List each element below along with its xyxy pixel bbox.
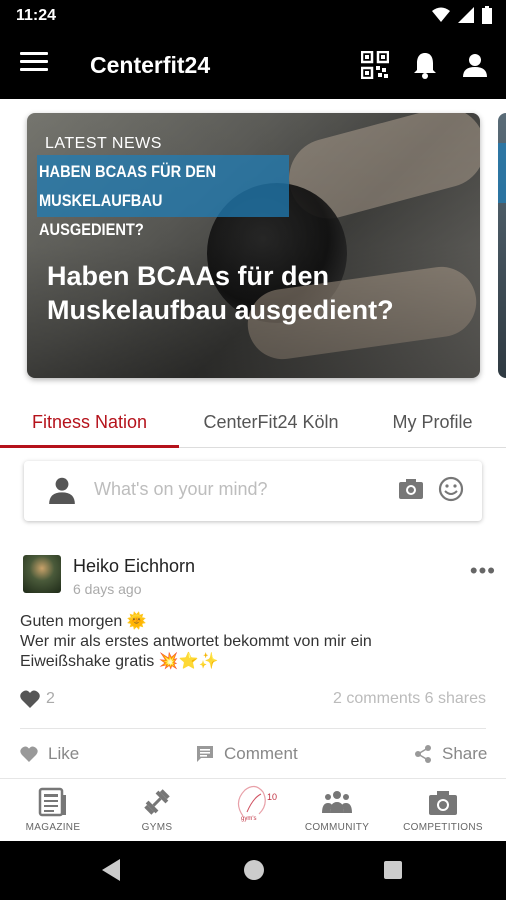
post-timestamp: 6 days ago xyxy=(73,581,142,597)
share-icon xyxy=(415,745,431,763)
next-news-card[interactable] xyxy=(498,113,506,378)
bell-icon[interactable] xyxy=(410,50,440,80)
status-icons xyxy=(432,6,492,24)
more-options-icon[interactable]: ••• xyxy=(470,558,496,584)
nav-magazine[interactable]: MAGAZINE xyxy=(3,787,103,833)
comments-shares-count[interactable]: 2 comments 6 shares xyxy=(333,690,486,708)
nav-gyms[interactable]: GYMS xyxy=(107,787,207,833)
heart-icon xyxy=(20,746,38,762)
tab-fitness-nation[interactable]: Fitness Nation xyxy=(0,396,179,448)
post-body: Guten morgen 🌞 Wer mir als erstes antwor… xyxy=(20,613,372,670)
active-tab-indicator xyxy=(0,445,179,448)
nav-competitions[interactable]: COMPETITIONS xyxy=(393,787,493,833)
tab-centerfit24-koeln[interactable]: CenterFit24 Köln xyxy=(179,396,363,448)
magazine-icon xyxy=(3,787,103,817)
share-button[interactable]: Share xyxy=(414,744,487,764)
wifi-icon xyxy=(432,7,450,22)
post-stats: 2 2 comments 6 shares xyxy=(20,690,486,712)
news-carousel[interactable]: LATEST NEWS Haben BCAAs für den Muskelau… xyxy=(0,99,506,389)
home-icon[interactable] xyxy=(244,860,264,880)
dumbbell-icon xyxy=(107,787,207,817)
back-icon[interactable] xyxy=(102,859,120,881)
like-button[interactable]: Like xyxy=(20,744,79,764)
user-avatar-icon xyxy=(48,476,76,509)
divider xyxy=(20,728,486,729)
author-avatar[interactable] xyxy=(23,555,61,593)
nav-community[interactable]: COMMUNITY xyxy=(287,787,387,833)
signal-icon xyxy=(458,7,474,23)
post-author[interactable]: Heiko Eichhorn xyxy=(73,556,195,577)
tab-my-profile[interactable]: My Profile xyxy=(363,396,502,448)
news-card[interactable]: LATEST NEWS Haben BCAAs für den Muskelau… xyxy=(27,113,480,378)
comment-button[interactable]: Comment xyxy=(196,744,298,764)
status-time: 11:24 xyxy=(16,7,57,24)
like-count[interactable]: 2 xyxy=(20,690,55,708)
svg-text:10: 10 xyxy=(267,792,277,802)
feed-tabs: Fitness Nation CenterFit24 Köln My Profi… xyxy=(0,396,506,448)
app-bar: Centerfit24 xyxy=(0,32,506,99)
comment-icon xyxy=(197,746,213,762)
latest-news-label: LATEST NEWS xyxy=(45,135,162,152)
news-headline: Haben BCAAs für den Muskelaufbau ausgedi… xyxy=(47,261,394,325)
app-actions xyxy=(360,50,490,80)
post-composer[interactable]: What's on your mind? xyxy=(24,461,482,521)
community-icon xyxy=(287,787,387,817)
bottom-navigation: MAGAZINE GYMS 10 gym's COMMUNITY COMPETIT… xyxy=(0,778,506,841)
qr-code-icon[interactable] xyxy=(360,50,390,80)
recents-icon[interactable] xyxy=(384,861,402,879)
emoji-icon[interactable] xyxy=(438,476,464,507)
post-input[interactable]: What's on your mind? xyxy=(94,479,268,500)
composer-actions xyxy=(398,476,464,507)
menu-icon[interactable] xyxy=(20,52,48,78)
svg-text:gym's: gym's xyxy=(241,816,256,822)
camera-icon xyxy=(393,787,493,817)
news-banner-text: Haben BCAAs für den Muskelaufbau ausgedi… xyxy=(39,162,217,239)
status-bar: 11:24 xyxy=(0,0,506,32)
system-navigation-bar xyxy=(0,841,506,900)
post-actions: Like Comment Share xyxy=(0,740,506,774)
profile-icon[interactable] xyxy=(460,50,490,80)
battery-icon xyxy=(482,6,492,24)
camera-icon[interactable] xyxy=(398,476,424,507)
heart-icon xyxy=(20,690,40,708)
app-title: Centerfit24 xyxy=(90,52,211,78)
